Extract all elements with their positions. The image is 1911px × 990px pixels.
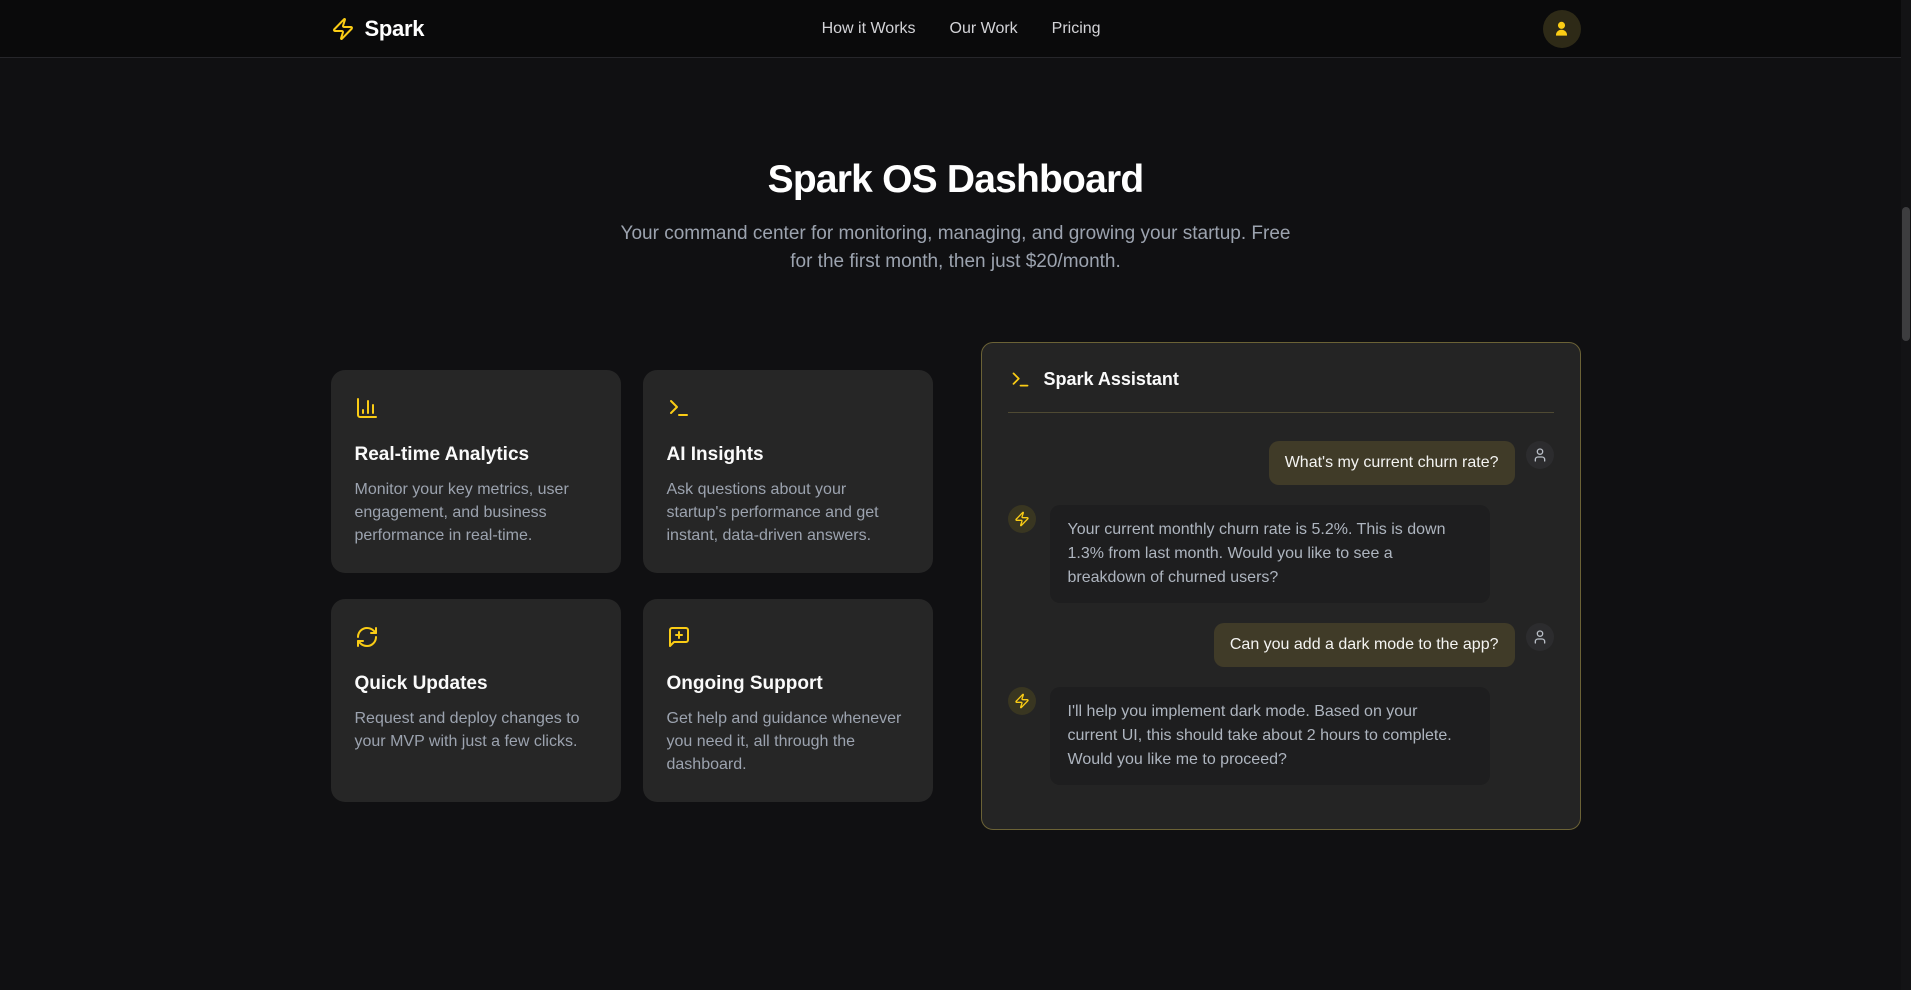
terminal-icon (667, 396, 691, 420)
spark-assistant-panel: Spark Assistant What's my current churn … (981, 342, 1581, 830)
nav-link-pricing[interactable]: Pricing (1052, 20, 1101, 38)
feature-title: Real-time Analytics (355, 444, 597, 466)
main-nav: How it Works Our Work Pricing (822, 20, 1101, 38)
hero-section: Spark OS Dashboard Your command center f… (0, 158, 1911, 276)
user-icon (1552, 19, 1571, 38)
feature-title: Ongoing Support (667, 673, 909, 695)
chat-message-user: What's my current churn rate? (1008, 441, 1554, 485)
feature-card-realtime-analytics: Real-time Analytics Monitor your key met… (331, 370, 621, 573)
zap-icon (1014, 693, 1030, 709)
nav-link-our-work[interactable]: Our Work (950, 20, 1018, 38)
zap-icon (1014, 511, 1030, 527)
assistant-panel-title: Spark Assistant (1044, 369, 1179, 390)
feature-card-ongoing-support: Ongoing Support Get help and guidance wh… (643, 599, 933, 802)
scrollbar-thumb[interactable] (1902, 207, 1910, 341)
page-title: Spark OS Dashboard (0, 158, 1911, 202)
feature-card-quick-updates: Quick Updates Request and deploy changes… (331, 599, 621, 802)
chart-column-icon (355, 396, 379, 420)
feature-title: AI Insights (667, 444, 909, 466)
chat-message-assistant: Your current monthly churn rate is 5.2%.… (1008, 505, 1554, 603)
chat-message-user: Can you add a dark mode to the app? (1008, 623, 1554, 667)
nav-link-how-it-works[interactable]: How it Works (822, 20, 916, 38)
chat-message-assistant: I'll help you implement dark mode. Based… (1008, 687, 1554, 785)
assistant-avatar (1008, 505, 1036, 533)
top-nav-bar: Spark How it Works Our Work Pricing (0, 0, 1911, 58)
terminal-icon (1010, 369, 1031, 390)
assistant-message-bubble: I'll help you implement dark mode. Based… (1050, 687, 1490, 785)
assistant-avatar (1008, 687, 1036, 715)
user-message-bubble: What's my current churn rate? (1269, 441, 1515, 485)
page-subtitle: Your command center for monitoring, mana… (616, 220, 1296, 276)
user-icon (1532, 447, 1548, 463)
feature-card-grid: Real-time Analytics Monitor your key met… (331, 370, 933, 802)
feature-card-ai-insights: AI Insights Ask questions about your sta… (643, 370, 933, 573)
zap-icon (331, 17, 355, 41)
user-avatar (1526, 623, 1554, 651)
feature-description: Request and deploy changes to your MVP w… (355, 707, 597, 753)
feature-title: Quick Updates (355, 673, 597, 695)
message-square-plus-icon (667, 625, 691, 649)
assistant-message-bubble: Your current monthly churn rate is 5.2%.… (1050, 505, 1490, 603)
chat-message-list: What's my current churn rate? Your curre… (982, 413, 1580, 829)
account-avatar-button[interactable] (1543, 10, 1581, 48)
assistant-panel-header: Spark Assistant (982, 343, 1580, 412)
brand-name: Spark (365, 16, 425, 42)
brand-logo[interactable]: Spark (331, 16, 425, 42)
vertical-scrollbar[interactable] (1901, 0, 1911, 990)
user-icon (1532, 629, 1548, 645)
user-message-bubble: Can you add a dark mode to the app? (1214, 623, 1515, 667)
feature-description: Ask questions about your startup's perfo… (667, 478, 909, 547)
main-content: Real-time Analytics Monitor your key met… (331, 342, 1581, 830)
feature-description: Monitor your key metrics, user engagemen… (355, 478, 597, 547)
refresh-icon (355, 625, 379, 649)
feature-description: Get help and guidance whenever you need … (667, 707, 909, 776)
user-avatar (1526, 441, 1554, 469)
